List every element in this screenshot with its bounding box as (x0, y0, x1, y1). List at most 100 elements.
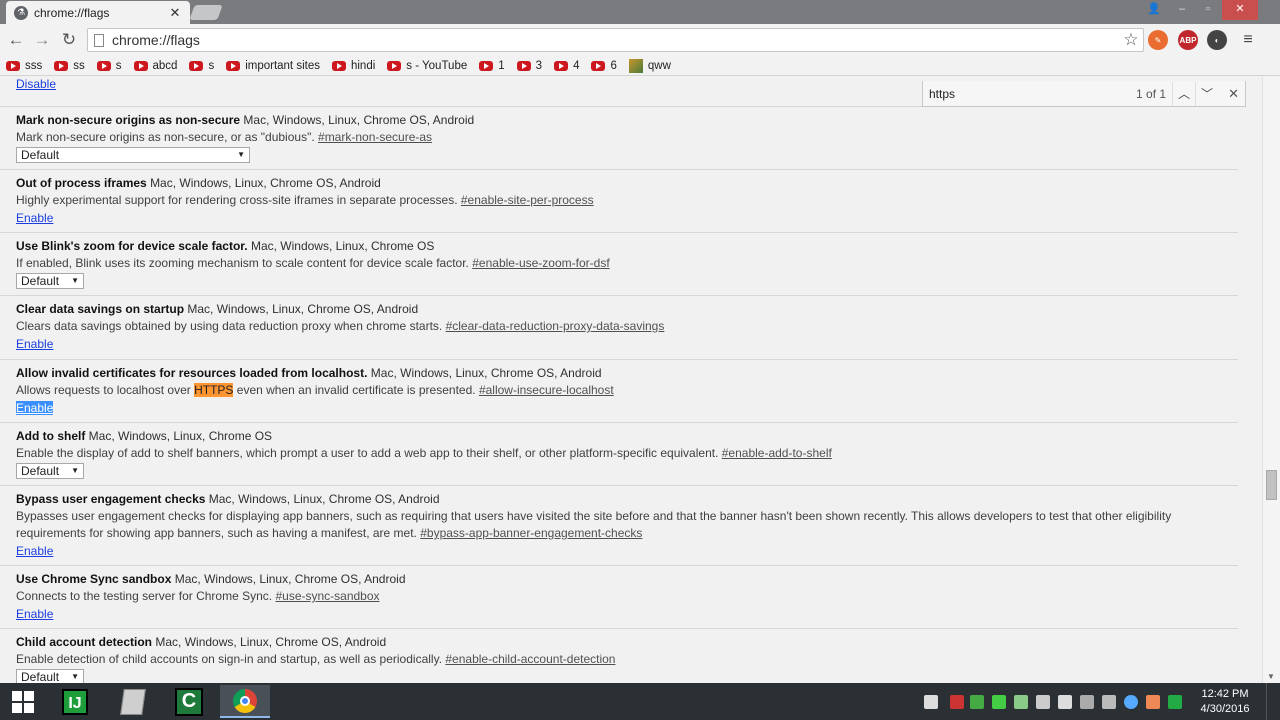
flag-title: Add to shelf Mac, Windows, Linux, Chrome… (16, 429, 1238, 443)
bookmark-item[interactable]: 6 (591, 60, 617, 72)
bookmark-label: s - YouTube (406, 59, 468, 72)
bookmark-label: sss (25, 59, 43, 72)
bookmark-label: ss (73, 59, 85, 72)
flag-title: Allow invalid certificates for resources… (16, 366, 1238, 380)
bookmark-label: s (208, 59, 215, 72)
flag-description: If enabled, Blink uses its zooming mecha… (16, 255, 1238, 272)
flag-name: Use Chrome Sync sandbox (16, 572, 172, 586)
volume-icon[interactable] (1058, 695, 1072, 709)
bookmark-star-icon[interactable]: ☆ (1119, 30, 1143, 50)
notepad-icon[interactable] (108, 685, 158, 718)
reload-button[interactable]: ↻ (58, 29, 80, 51)
flag-select-dropdown[interactable]: Default ▼ (16, 273, 84, 289)
flag-anchor-link[interactable]: #enable-site-per-process (461, 193, 594, 207)
flag-anchor-link[interactable]: #allow-insecure-localhost (479, 383, 614, 397)
clock-time: 12:42 PM (1201, 688, 1249, 700)
show-desktop-button[interactable] (1266, 683, 1280, 720)
tray-signal-icon[interactable] (1036, 695, 1050, 709)
tray-network-icon[interactable] (1014, 695, 1028, 709)
flag-anchor-link[interactable]: #enable-use-zoom-for-dsf (472, 256, 609, 270)
find-previous-icon[interactable]: ︿ (1172, 81, 1195, 106)
tab-close-icon[interactable]: ✕ (168, 5, 182, 21)
flag-platforms: Mac, Windows, Linux, Chrome OS (250, 239, 435, 253)
bookmark-item[interactable]: qww (628, 58, 671, 73)
address-bar[interactable]: chrome://flags ☆ (87, 28, 1144, 52)
shield-extension-icon[interactable]: ◐ (1207, 30, 1227, 50)
tab-chrome-flags[interactable]: ⚗ chrome://flags ✕ (6, 1, 190, 24)
chrome-menu-icon[interactable]: ≡ (1238, 30, 1258, 50)
bookmark-item[interactable]: hindi (331, 60, 375, 72)
flag-desc-text: Mark non-secure origins as non-secure, o… (16, 130, 315, 144)
flag-anchor-link[interactable]: #clear-data-reduction-proxy-data-savings (446, 319, 665, 333)
flag-title: Mark non-secure origins as non-secure Ma… (16, 113, 1238, 127)
flag-platforms: Mac, Windows, Linux, Chrome OS, Android (370, 366, 602, 380)
bookmark-item[interactable]: ss (54, 60, 85, 72)
tray-intellij-icon[interactable] (1168, 695, 1182, 709)
youtube-icon (6, 60, 20, 71)
enable-link[interactable]: Enable (16, 607, 53, 621)
maximize-button[interactable]: ▫ (1194, 0, 1222, 20)
windows-start-icon[interactable] (0, 685, 46, 718)
tray-globe-icon[interactable] (1124, 695, 1138, 709)
flags-page: Disable Mark non-secure origins as non-s… (0, 77, 1262, 683)
select-value: Default (21, 464, 60, 478)
tray-app-icon[interactable] (1146, 695, 1160, 709)
enable-link[interactable]: Enable (16, 401, 54, 415)
flag-description: Allows requests to localhost over HTTPS … (16, 382, 1238, 399)
close-window-button[interactable]: ✕ (1222, 0, 1258, 20)
url-text[interactable]: chrome://flags (112, 32, 1119, 48)
pen-extension-icon[interactable]: ✎ (1148, 30, 1168, 50)
page-scrollbar[interactable]: ▼ (1262, 77, 1280, 683)
windows-taskbar: IJ C 12:42 PM 4/30/2016 (0, 683, 1280, 720)
enable-link[interactable]: Enable (16, 211, 53, 225)
tray-device-icon[interactable] (1080, 695, 1094, 709)
youtube-icon (226, 60, 241, 71)
scroll-down-arrow-icon[interactable]: ▼ (1267, 672, 1275, 681)
chrome-icon[interactable] (220, 685, 270, 718)
scrollbar-thumb[interactable] (1266, 470, 1277, 500)
flag-select-dropdown[interactable]: Default ▼ (16, 147, 250, 163)
disable-link[interactable]: Disable (16, 77, 56, 91)
forward-button[interactable]: → (31, 29, 53, 51)
bookmark-item[interactable]: sss (6, 60, 42, 72)
bookmark-item[interactable]: s (189, 60, 214, 72)
enable-link[interactable]: Enable (16, 544, 53, 558)
camtasia-icon[interactable]: C (164, 685, 214, 718)
tray-green-icon[interactable] (970, 695, 984, 709)
youtube-icon (479, 60, 494, 71)
tray-usb-icon[interactable] (1102, 695, 1116, 709)
bookmark-item[interactable]: 4 (554, 60, 579, 72)
bookmark-item[interactable]: important sites (226, 60, 320, 72)
bookmark-item[interactable]: s - YouTube (387, 60, 467, 72)
flag-anchor-link[interactable]: #use-sync-sandbox (275, 589, 379, 603)
user-profile-icon[interactable]: 👤 (1140, 0, 1168, 20)
find-close-icon[interactable]: ✕ (1222, 86, 1245, 102)
tray-red-icon[interactable] (950, 695, 964, 709)
adblock-plus-icon[interactable]: ABP (1178, 30, 1198, 50)
flag-description: Bypasses user engagement checks for disp… (16, 508, 1238, 542)
flag-description: Enable detection of child accounts on si… (16, 651, 1238, 668)
intellij-icon[interactable]: IJ (50, 685, 100, 718)
tray-monitor-icon[interactable] (992, 695, 1006, 709)
bookmark-item[interactable]: s (96, 60, 122, 72)
flag-anchor-link[interactable]: #bypass-app-banner-engagement-checks (420, 526, 642, 540)
minimize-button[interactable]: – (1168, 0, 1196, 20)
flag-name: Clear data savings on startup (16, 302, 185, 316)
enable-link[interactable]: Enable (16, 337, 53, 351)
flag-anchor-link[interactable]: #enable-child-account-detection (445, 652, 615, 666)
bookmark-item[interactable]: 1 (479, 60, 505, 72)
browser-titlebar: ⚗ chrome://flags ✕ 👤 – ▫ ✕ (0, 0, 1280, 24)
taskbar-clock[interactable]: 12:42 PM 4/30/2016 (1194, 687, 1256, 717)
bookmark-item[interactable]: 3 (516, 60, 542, 72)
flag-description: Connects to the testing server for Chrom… (16, 588, 1238, 605)
find-next-icon[interactable]: ﹀ (1195, 81, 1218, 106)
back-button[interactable]: ← (5, 29, 27, 51)
bookmark-item[interactable]: abcd (133, 60, 177, 72)
flag-anchor-link[interactable]: #mark-non-secure-as (318, 130, 432, 144)
find-input[interactable]: https (929, 87, 1128, 101)
new-tab-button[interactable] (189, 5, 223, 20)
tray-grid-icon[interactable] (924, 695, 938, 709)
flag-select-dropdown[interactable]: Default ▼ (16, 463, 84, 479)
flag-select-dropdown[interactable]: Default ▼ (16, 669, 84, 683)
flag-anchor-link[interactable]: #enable-add-to-shelf (722, 446, 832, 460)
